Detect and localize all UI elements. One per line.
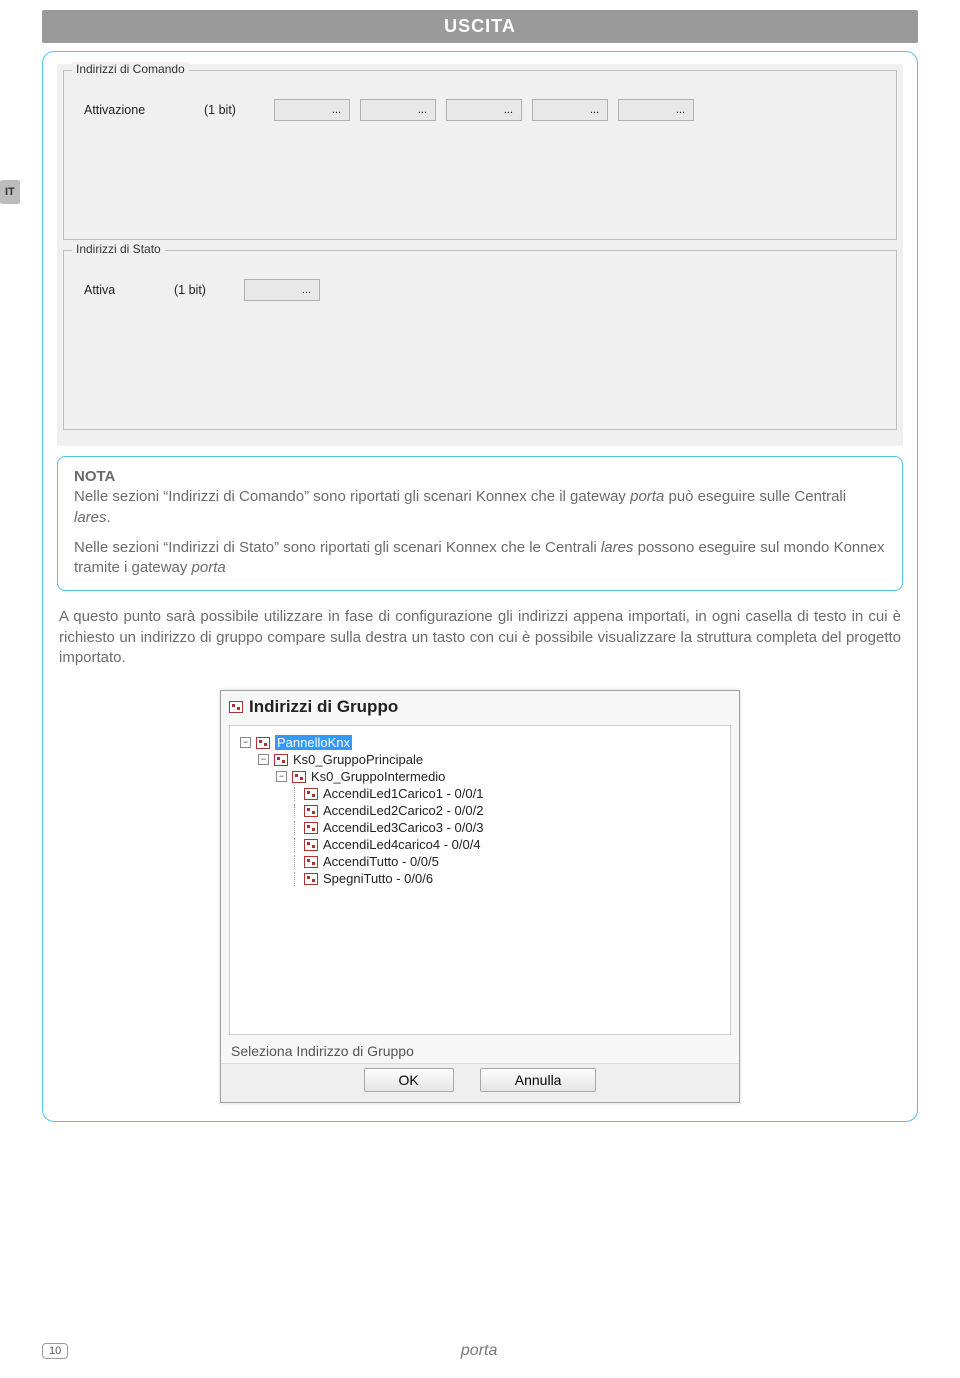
nota-paragraph-2: Nelle sezioni “Indirizzi di Stato” sono … — [74, 538, 886, 579]
italic: porta — [192, 559, 226, 576]
tree-label[interactable]: Ks0_GruppoPrincipale — [293, 752, 423, 767]
address-button[interactable]: ... — [532, 99, 608, 121]
grid-icon — [292, 771, 306, 783]
row-bits: (1 bit) — [174, 283, 234, 297]
tree-label[interactable]: AccendiTutto - 0/0/5 — [323, 854, 439, 869]
dialog-prompt: Seleziona Indirizzo di Gruppo — [221, 1041, 739, 1063]
row-label: Attiva — [84, 283, 164, 297]
nota-paragraph-1: Nelle sezioni “Indirizzi di Comando” son… — [74, 487, 886, 528]
grid-icon — [304, 856, 318, 868]
config-panel-screenshot: Indirizzi di Comando Attivazione (1 bit)… — [57, 64, 903, 446]
dialog-title: Indirizzi di Gruppo — [221, 691, 739, 721]
nota-title: NOTA — [74, 467, 886, 487]
tree-view[interactable]: − PannelloKnx − Ks0_GruppoPrincipale − K… — [229, 725, 731, 1035]
fieldset-indirizzi-comando: Indirizzi di Comando Attivazione (1 bit)… — [63, 70, 897, 240]
grid-icon — [304, 788, 318, 800]
fieldset-legend: Indirizzi di Comando — [72, 62, 189, 76]
text: Nelle sezioni “Indirizzi di Stato” sono … — [74, 539, 601, 556]
expander-icon[interactable]: − — [276, 771, 287, 782]
tree-label[interactable]: SpegniTutto - 0/0/6 — [323, 871, 433, 886]
grid-icon — [304, 822, 318, 834]
tree-leaf[interactable]: AccendiLed3Carico3 - 0/0/3 — [294, 819, 720, 836]
body-paragraph: A questo punto sarà possibile utilizzare… — [57, 603, 903, 682]
text: . — [107, 509, 111, 526]
language-tab: IT — [0, 180, 20, 204]
nota-box: NOTA Nelle sezioni “Indirizzi di Comando… — [57, 456, 903, 591]
grid-icon — [304, 805, 318, 817]
row-label: Attivazione — [84, 103, 194, 117]
tree-label[interactable]: AccendiLed1Carico1 - 0/0/1 — [323, 786, 483, 801]
row-attivazione: Attivazione (1 bit) ... ... ... ... ... — [74, 93, 886, 131]
grid-icon — [304, 839, 318, 851]
section-header: USCITA — [42, 10, 918, 43]
tree-leaf[interactable]: SpegniTutto - 0/0/6 — [294, 870, 720, 887]
cancel-button[interactable]: Annulla — [480, 1068, 597, 1092]
tree-node[interactable]: − Ks0_GruppoPrincipale — [258, 751, 720, 768]
group-address-dialog: Indirizzi di Gruppo − PannelloKnx − Ks0_… — [220, 690, 740, 1103]
dialog-title-text: Indirizzi di Gruppo — [249, 697, 398, 717]
tree-node-root[interactable]: − PannelloKnx — [240, 734, 720, 751]
footer-center: porta — [68, 1342, 890, 1360]
tree-label[interactable]: AccendiLed2Carico2 - 0/0/2 — [323, 803, 483, 818]
row-bits: (1 bit) — [204, 103, 264, 117]
tree-label[interactable]: Ks0_GruppoIntermedio — [311, 769, 445, 784]
tree-node[interactable]: − Ks0_GruppoIntermedio — [276, 768, 720, 785]
address-button[interactable]: ... — [360, 99, 436, 121]
text: può eseguire sulle Centrali — [664, 488, 846, 505]
grid-icon — [256, 737, 270, 749]
expander-icon[interactable]: − — [258, 754, 269, 765]
fieldset-legend: Indirizzi di Stato — [72, 242, 165, 256]
tree-leaf[interactable]: AccendiLed2Carico2 - 0/0/2 — [294, 802, 720, 819]
page-footer: 10 porta — [0, 1342, 960, 1360]
tree-line — [294, 838, 295, 852]
italic: lares — [601, 539, 634, 556]
ok-button[interactable]: OK — [364, 1068, 454, 1092]
dialog-button-row: OK Annulla — [221, 1063, 739, 1102]
tree-label[interactable]: AccendiLed3Carico3 - 0/0/3 — [323, 820, 483, 835]
italic: porta — [630, 488, 664, 505]
tree-line — [294, 787, 295, 801]
address-button[interactable]: ... — [618, 99, 694, 121]
grid-icon — [229, 701, 243, 713]
address-button[interactable]: ... — [244, 279, 320, 301]
content-frame: Indirizzi di Comando Attivazione (1 bit)… — [42, 51, 918, 1122]
tree-line — [294, 821, 295, 835]
row-attiva: Attiva (1 bit) ... — [74, 273, 886, 311]
tree-leaf[interactable]: AccendiLed1Carico1 - 0/0/1 — [294, 785, 720, 802]
grid-icon — [304, 873, 318, 885]
fieldset-indirizzi-stato: Indirizzi di Stato Attiva (1 bit) ... — [63, 250, 897, 430]
address-button[interactable]: ... — [446, 99, 522, 121]
tree-line — [294, 855, 295, 869]
italic: lares — [74, 509, 107, 526]
tree-label[interactable]: AccendiLed4carico4 - 0/0/4 — [323, 837, 481, 852]
address-button[interactable]: ... — [274, 99, 350, 121]
text: Nelle sezioni “Indirizzi di Comando” son… — [74, 488, 630, 505]
page-number: 10 — [42, 1343, 68, 1359]
tree-label[interactable]: PannelloKnx — [275, 735, 352, 750]
tree-line — [294, 872, 295, 886]
grid-icon — [274, 754, 288, 766]
tree-leaf[interactable]: AccendiTutto - 0/0/5 — [294, 853, 720, 870]
tree-line — [294, 804, 295, 818]
tree-leaf[interactable]: AccendiLed4carico4 - 0/0/4 — [294, 836, 720, 853]
expander-icon[interactable]: − — [240, 737, 251, 748]
